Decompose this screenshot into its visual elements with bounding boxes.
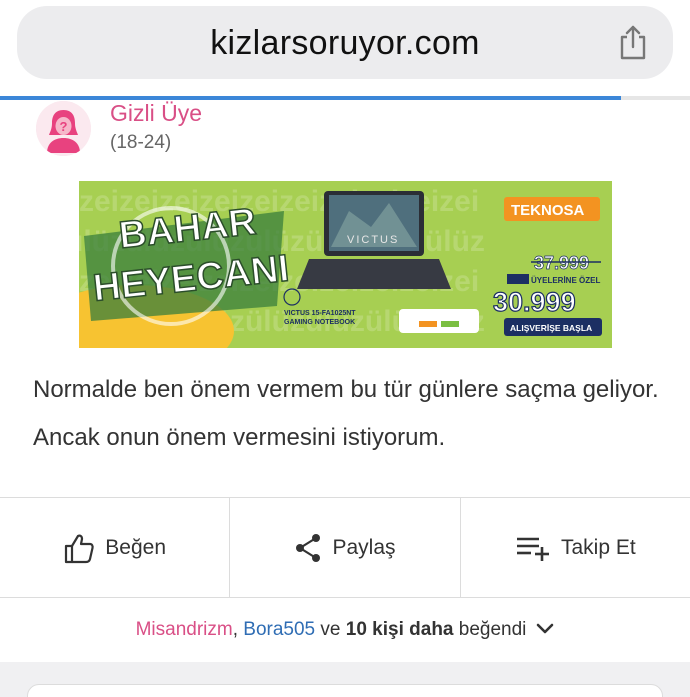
liker-link-2[interactable]: Bora505 bbox=[243, 619, 315, 641]
likes-and: ve bbox=[320, 619, 341, 640]
follow-button[interactable]: Takip Et bbox=[459, 498, 690, 597]
address-bar[interactable]: kizlarsoruyor.com bbox=[17, 6, 673, 79]
share-button[interactable]: Paylaş bbox=[229, 498, 459, 597]
likes-summary[interactable]: Misandrizm, Bora505 ve 10 kişi daha beğe… bbox=[0, 598, 690, 662]
progress-fill bbox=[0, 96, 621, 100]
likes-separator: , bbox=[232, 619, 238, 640]
post-text: Normalde ben önem vermem bu tür günlere … bbox=[33, 376, 659, 451]
ad-old-price: 37.999 bbox=[534, 253, 589, 273]
page-load-progress bbox=[0, 96, 690, 100]
like-label: Beğen bbox=[105, 535, 167, 559]
author-name[interactable]: Gizli Üye bbox=[110, 100, 202, 127]
like-button[interactable]: Beğen bbox=[0, 498, 229, 597]
follow-label: Takip Et bbox=[560, 535, 636, 559]
list-add-icon bbox=[515, 535, 551, 561]
browser-toolbar: kizlarsoruyor.com bbox=[0, 0, 690, 96]
anonymous-female-avatar-icon[interactable]: ? bbox=[36, 101, 91, 156]
likes-count[interactable]: 10 kişi daha bbox=[346, 619, 454, 641]
ad-product-name-2: GAMING NOTEBOOK bbox=[284, 319, 355, 326]
url-text[interactable]: kizlarsoruyor.com bbox=[17, 24, 673, 63]
ad-brand: TEKNOSA bbox=[511, 202, 585, 219]
share-icon[interactable] bbox=[617, 24, 649, 62]
share-nodes-icon bbox=[294, 533, 322, 563]
advertisement-banner[interactable]: zeizeizeizeizeizeizeizeizeizei ülüzülüzü… bbox=[79, 181, 612, 348]
chevron-down-icon[interactable] bbox=[536, 619, 554, 641]
ad-product-brand: VICTUS bbox=[347, 234, 399, 246]
next-card bbox=[27, 684, 663, 697]
author-age-range: (18-24) bbox=[110, 132, 172, 153]
ad-member-label: ÜYELERİNE ÖZEL bbox=[531, 276, 600, 285]
next-section-background bbox=[0, 662, 690, 697]
ad-cta: ALIŞVERİŞE BAŞLA bbox=[510, 323, 592, 333]
share-label: Paylaş bbox=[332, 535, 396, 559]
liker-link-1[interactable]: Misandrizm bbox=[136, 619, 233, 641]
ad-product-name-1: VICTUS 15-FA1025NT bbox=[284, 310, 356, 317]
thumbs-up-icon bbox=[63, 532, 95, 564]
ad-new-price: 30.999 bbox=[493, 287, 576, 317]
svg-text:?: ? bbox=[60, 119, 68, 134]
action-bar: Beğen Paylaş Takip Et bbox=[0, 497, 690, 598]
likes-suffix: beğendi bbox=[458, 619, 527, 640]
